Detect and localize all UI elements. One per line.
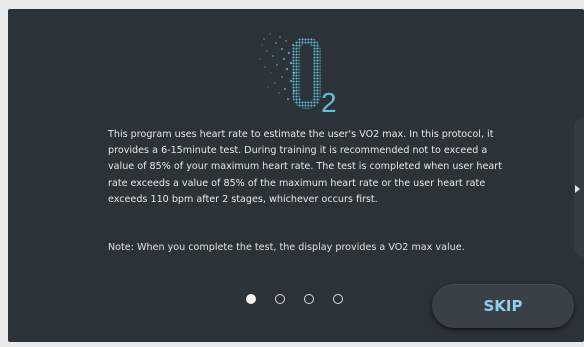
chevron-right-icon[interactable] — [575, 185, 580, 193]
page-dot-3[interactable] — [304, 294, 314, 304]
o2-subscript: 2 — [321, 87, 337, 118]
page-dot-1[interactable] — [246, 294, 256, 304]
program-note: Note: When you complete the test, the di… — [108, 242, 465, 253]
page-indicator — [246, 294, 343, 304]
o2-logo: 2 — [259, 33, 337, 118]
o-letter — [292, 37, 321, 109]
program-description: This program uses heart rate to estimate… — [108, 129, 502, 205]
scatter-particles — [259, 33, 296, 101]
skip-button[interactable]: SKIP — [432, 284, 574, 328]
program-info-screen: 2 This program uses heart rate to estima… — [8, 9, 584, 342]
page-dot-4[interactable] — [333, 294, 343, 304]
page-dot-2[interactable] — [275, 294, 285, 304]
